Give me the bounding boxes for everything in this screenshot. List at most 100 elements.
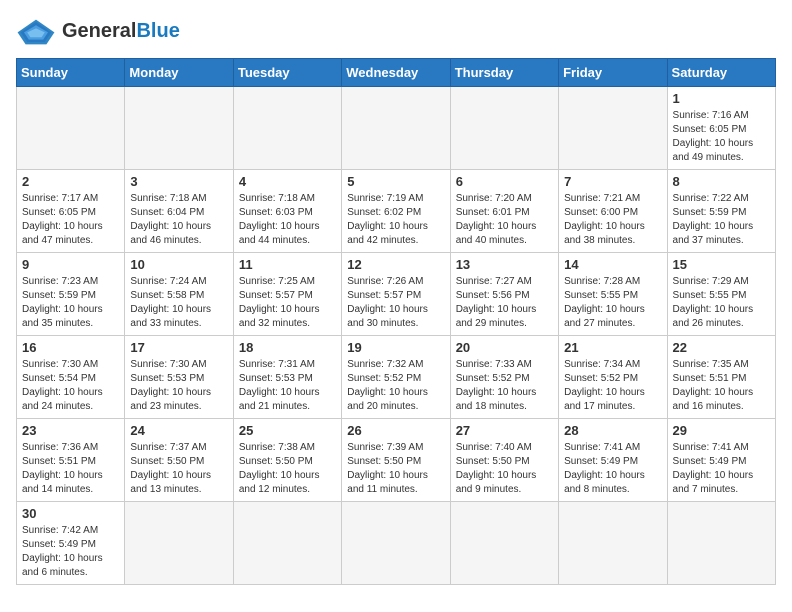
day-info: Sunrise: 7:42 AM Sunset: 5:49 PM Dayligh… <box>22 524 119 580</box>
day-info: Sunrise: 7:18 AM Sunset: 6:03 PM Dayligh… <box>239 192 336 248</box>
calendar: SundayMondayTuesdayWednesdayThursdayFrid… <box>16 58 776 585</box>
day-info: Sunrise: 7:37 AM Sunset: 5:50 PM Dayligh… <box>130 441 227 497</box>
calendar-cell <box>125 502 233 585</box>
calendar-cell: 6 Sunrise: 7:20 AM Sunset: 6:01 PM Daylig… <box>450 170 558 253</box>
calendar-cell <box>450 502 558 585</box>
day-info: Sunrise: 7:27 AM Sunset: 5:56 PM Dayligh… <box>456 275 553 331</box>
day-info: Sunrise: 7:17 AM Sunset: 6:05 PM Dayligh… <box>22 192 119 248</box>
day-info: Sunrise: 7:23 AM Sunset: 5:59 PM Dayligh… <box>22 275 119 331</box>
day-info: Sunrise: 7:20 AM Sunset: 6:01 PM Dayligh… <box>456 192 553 248</box>
calendar-cell: 25 Sunrise: 7:38 AM Sunset: 5:50 PM Dayli… <box>233 419 341 502</box>
weekday-thursday: Thursday <box>450 59 558 87</box>
calendar-cell: 5Sunrise: 7:19 AM Sunset: 6:02 PM Daylig… <box>342 170 450 253</box>
calendar-cell: 26 Sunrise: 7:39 AM Sunset: 5:50 PM Dayli… <box>342 419 450 502</box>
day-number: 12 <box>347 257 444 272</box>
day-info: Sunrise: 7:33 AM Sunset: 5:52 PM Dayligh… <box>456 358 553 414</box>
calendar-cell: 30 Sunrise: 7:42 AM Sunset: 5:49 PM Dayli… <box>17 502 125 585</box>
day-number: 26 <box>347 423 444 438</box>
day-info: Sunrise: 7:16 AM Sunset: 6:05 PM Dayligh… <box>673 109 770 165</box>
calendar-cell <box>559 502 667 585</box>
day-number: 6 <box>456 174 553 189</box>
day-number: 27 <box>456 423 553 438</box>
day-info: Sunrise: 7:36 AM Sunset: 5:51 PM Dayligh… <box>22 441 119 497</box>
day-number: 28 <box>564 423 661 438</box>
day-info: Sunrise: 7:25 AM Sunset: 5:57 PM Dayligh… <box>239 275 336 331</box>
day-number: 17 <box>130 340 227 355</box>
day-number: 7 <box>564 174 661 189</box>
calendar-cell: 23 Sunrise: 7:36 AM Sunset: 5:51 PM Dayli… <box>17 419 125 502</box>
week-row-5: 23 Sunrise: 7:36 AM Sunset: 5:51 PM Dayli… <box>17 419 776 502</box>
day-number: 30 <box>22 506 119 521</box>
day-info: Sunrise: 7:21 AM Sunset: 6:00 PM Dayligh… <box>564 192 661 248</box>
day-number: 14 <box>564 257 661 272</box>
calendar-cell: 27 Sunrise: 7:40 AM Sunset: 5:50 PM Dayli… <box>450 419 558 502</box>
day-info: Sunrise: 7:29 AM Sunset: 5:55 PM Dayligh… <box>673 275 770 331</box>
calendar-cell: 9Sunrise: 7:23 AM Sunset: 5:59 PM Daylig… <box>17 253 125 336</box>
calendar-cell: 12 Sunrise: 7:26 AM Sunset: 5:57 PM Dayli… <box>342 253 450 336</box>
calendar-cell: 20Sunrise: 7:33 AM Sunset: 5:52 PM Dayli… <box>450 336 558 419</box>
day-number: 25 <box>239 423 336 438</box>
calendar-cell: 4 Sunrise: 7:18 AM Sunset: 6:03 PM Daylig… <box>233 170 341 253</box>
weekday-tuesday: Tuesday <box>233 59 341 87</box>
calendar-cell: 11 Sunrise: 7:25 AM Sunset: 5:57 PM Dayli… <box>233 253 341 336</box>
day-info: Sunrise: 7:40 AM Sunset: 5:50 PM Dayligh… <box>456 441 553 497</box>
weekday-header-row: SundayMondayTuesdayWednesdayThursdayFrid… <box>17 59 776 87</box>
day-number: 22 <box>673 340 770 355</box>
calendar-cell <box>342 502 450 585</box>
calendar-cell <box>559 87 667 170</box>
calendar-cell: 8Sunrise: 7:22 AM Sunset: 5:59 PM Daylig… <box>667 170 775 253</box>
calendar-cell: 16 Sunrise: 7:30 AM Sunset: 5:54 PM Dayli… <box>17 336 125 419</box>
weekday-monday: Monday <box>125 59 233 87</box>
calendar-cell: 1 Sunrise: 7:16 AM Sunset: 6:05 PM Daylig… <box>667 87 775 170</box>
day-info: Sunrise: 7:18 AM Sunset: 6:04 PM Dayligh… <box>130 192 227 248</box>
day-number: 11 <box>239 257 336 272</box>
calendar-cell: 29 Sunrise: 7:41 AM Sunset: 5:49 PM Dayli… <box>667 419 775 502</box>
logo: GeneralBlue <box>16 16 180 46</box>
calendar-cell: 13 Sunrise: 7:27 AM Sunset: 5:56 PM Dayli… <box>450 253 558 336</box>
day-number: 4 <box>239 174 336 189</box>
day-number: 29 <box>673 423 770 438</box>
week-row-1: 1 Sunrise: 7:16 AM Sunset: 6:05 PM Daylig… <box>17 87 776 170</box>
day-info: Sunrise: 7:39 AM Sunset: 5:50 PM Dayligh… <box>347 441 444 497</box>
weekday-sunday: Sunday <box>17 59 125 87</box>
calendar-cell <box>342 87 450 170</box>
calendar-cell <box>17 87 125 170</box>
day-info: Sunrise: 7:30 AM Sunset: 5:54 PM Dayligh… <box>22 358 119 414</box>
week-row-3: 9Sunrise: 7:23 AM Sunset: 5:59 PM Daylig… <box>17 253 776 336</box>
day-info: Sunrise: 7:26 AM Sunset: 5:57 PM Dayligh… <box>347 275 444 331</box>
day-info: Sunrise: 7:38 AM Sunset: 5:50 PM Dayligh… <box>239 441 336 497</box>
calendar-cell <box>450 87 558 170</box>
logo-icon <box>16 18 56 46</box>
calendar-cell <box>667 502 775 585</box>
day-number: 19 <box>347 340 444 355</box>
day-info: Sunrise: 7:41 AM Sunset: 5:49 PM Dayligh… <box>673 441 770 497</box>
header: GeneralBlue <box>16 16 776 46</box>
calendar-cell: 14Sunrise: 7:28 AM Sunset: 5:55 PM Dayli… <box>559 253 667 336</box>
day-number: 13 <box>456 257 553 272</box>
day-number: 8 <box>673 174 770 189</box>
calendar-cell <box>233 87 341 170</box>
day-info: Sunrise: 7:31 AM Sunset: 5:53 PM Dayligh… <box>239 358 336 414</box>
day-number: 24 <box>130 423 227 438</box>
day-info: Sunrise: 7:24 AM Sunset: 5:58 PM Dayligh… <box>130 275 227 331</box>
day-number: 16 <box>22 340 119 355</box>
day-info: Sunrise: 7:34 AM Sunset: 5:52 PM Dayligh… <box>564 358 661 414</box>
day-info: Sunrise: 7:41 AM Sunset: 5:49 PM Dayligh… <box>564 441 661 497</box>
calendar-cell <box>233 502 341 585</box>
calendar-cell <box>125 87 233 170</box>
calendar-cell: 15 Sunrise: 7:29 AM Sunset: 5:55 PM Dayli… <box>667 253 775 336</box>
day-number: 23 <box>22 423 119 438</box>
calendar-cell: 18 Sunrise: 7:31 AM Sunset: 5:53 PM Dayli… <box>233 336 341 419</box>
week-row-6: 30 Sunrise: 7:42 AM Sunset: 5:49 PM Dayli… <box>17 502 776 585</box>
logo-text: GeneralBlue <box>62 20 180 43</box>
calendar-cell: 22Sunrise: 7:35 AM Sunset: 5:51 PM Dayli… <box>667 336 775 419</box>
day-number: 15 <box>673 257 770 272</box>
day-number: 18 <box>239 340 336 355</box>
day-info: Sunrise: 7:30 AM Sunset: 5:53 PM Dayligh… <box>130 358 227 414</box>
calendar-cell: 10Sunrise: 7:24 AM Sunset: 5:58 PM Dayli… <box>125 253 233 336</box>
weekday-friday: Friday <box>559 59 667 87</box>
week-row-2: 2Sunrise: 7:17 AM Sunset: 6:05 PM Daylig… <box>17 170 776 253</box>
day-number: 1 <box>673 91 770 106</box>
day-number: 3 <box>130 174 227 189</box>
day-info: Sunrise: 7:19 AM Sunset: 6:02 PM Dayligh… <box>347 192 444 248</box>
